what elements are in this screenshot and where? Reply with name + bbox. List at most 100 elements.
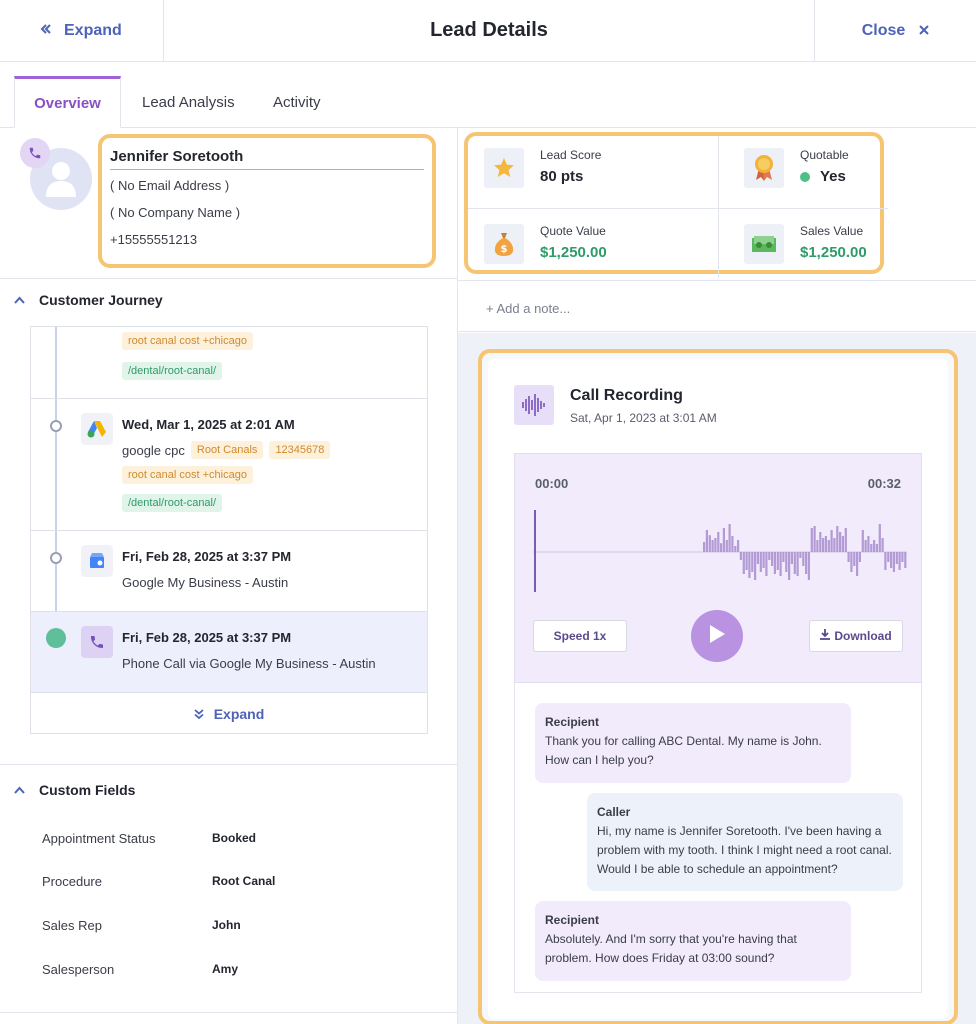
recording-area: Call Recording Sat, Apr 1, 2023 at 3:01 …	[458, 333, 976, 1024]
waveform-bar	[705, 530, 708, 552]
field-value[interactable]: Amy	[212, 962, 238, 977]
phone-icon	[81, 626, 113, 658]
waveform-bar	[858, 552, 861, 562]
metric-value: $1,250.00	[800, 244, 867, 261]
waveform-bar	[839, 532, 842, 552]
timeline-dot	[50, 552, 62, 564]
divider	[718, 136, 719, 278]
waveform-bar	[836, 526, 839, 552]
journey-entry: root canal cost +chicago /dental/root-ca…	[31, 327, 427, 399]
status-dot	[800, 171, 810, 182]
divider	[0, 764, 457, 765]
path-tag: /dental/root-canal/	[122, 493, 223, 512]
entry-date: Fri, Feb 28, 2025 at 3:37 PM	[122, 630, 292, 645]
transcript-message: Recipient Thank you for calling ABC Dent…	[535, 703, 851, 783]
divider	[468, 208, 888, 209]
field-value[interactable]: Booked	[212, 831, 256, 846]
waveform-bar	[816, 540, 819, 552]
contact-phone[interactable]: +15555551213	[110, 232, 424, 259]
keyword-tag: root canal cost +chicago	[122, 465, 253, 484]
waveform-bar	[785, 552, 788, 572]
contact-company[interactable]: ( No Company Name )	[110, 205, 424, 232]
waveform-bar	[895, 552, 898, 564]
waveform-bar	[782, 552, 785, 562]
tab-lead-analysis[interactable]: Lead Analysis	[142, 76, 235, 128]
close-button[interactable]: Close	[814, 0, 976, 61]
contact-block: Jennifer Soretooth ( No Email Address ) …	[0, 128, 458, 279]
transcript: Recipient Thank you for calling ABC Dent…	[514, 683, 922, 993]
award-ribbon-icon	[744, 148, 784, 188]
right-column: Lead Score 80 pts Quotable Yes $ Quote V…	[458, 128, 976, 1024]
waveform-bar	[861, 530, 864, 552]
waveform-bar	[762, 552, 765, 568]
waveform-bar	[796, 552, 799, 576]
contact-name[interactable]: Jennifer Soretooth	[110, 148, 424, 170]
journey-entry: Fri, Feb 28, 2025 at 3:37 PM Phone Call …	[31, 612, 427, 693]
customer-journey-header[interactable]: Customer Journey	[14, 292, 163, 308]
play-icon	[708, 624, 726, 649]
field-value[interactable]: Root Canal	[212, 874, 275, 889]
waveform-bar	[776, 552, 779, 570]
field-label: Appointment Status	[42, 831, 156, 846]
download-button[interactable]: Download	[809, 620, 903, 652]
waveform-bar	[714, 538, 717, 552]
field-label: Salesperson	[42, 962, 115, 977]
waveform-bar	[793, 552, 796, 574]
waveform-bar	[807, 552, 810, 580]
download-label: Download	[834, 629, 892, 643]
waveform-bar	[773, 552, 776, 574]
waveform-bar	[819, 532, 822, 552]
waveform-bar	[810, 528, 813, 552]
waveform-bar	[841, 536, 844, 552]
custom-field-row: Sales Rep John	[42, 918, 442, 933]
chevron-up-icon	[14, 783, 25, 797]
transcript-message: Recipient Absolutely. And I'm sorry that…	[535, 901, 851, 981]
journey-expand-button[interactable]: Expand	[31, 693, 427, 733]
tab-activity[interactable]: Activity	[273, 76, 321, 128]
recording-date: Sat, Apr 1, 2023 at 3:01 AM	[570, 411, 717, 425]
speed-button[interactable]: Speed 1x	[533, 620, 627, 652]
custom-field-row: Procedure Root Canal	[42, 874, 442, 889]
audio-player: 00:00 00:32 Speed 1x Download	[514, 453, 922, 683]
tab-overview[interactable]: Overview	[14, 76, 121, 128]
waveform-bar	[870, 544, 873, 552]
expand-button[interactable]: Expand	[0, 0, 164, 61]
waveform-bar	[856, 552, 859, 576]
audio-waveform-icon	[514, 385, 554, 425]
waveform-bar	[884, 552, 887, 570]
play-button[interactable]	[691, 610, 743, 662]
add-note-input[interactable]: + Add a note...	[458, 280, 976, 332]
quotable-value: Yes	[820, 168, 846, 185]
waveform-bar	[901, 552, 904, 562]
waveform-bar	[813, 526, 816, 552]
waveform-bar	[881, 538, 884, 552]
field-value[interactable]: John	[212, 918, 241, 933]
waveform-bar	[878, 524, 881, 552]
waveform-bar	[853, 552, 856, 566]
contact-card: Jennifer Soretooth ( No Email Address ) …	[98, 134, 436, 268]
double-chevron-down-icon	[194, 706, 204, 722]
divider	[0, 1012, 457, 1013]
contact-email[interactable]: ( No Email Address )	[110, 178, 424, 205]
waveform-bar	[847, 552, 850, 562]
expand-label: Expand	[213, 705, 265, 722]
entry-source: Google My Business - Austin	[122, 575, 289, 590]
path-tag: /dental/root-canal/	[122, 361, 223, 380]
call-recording-panel: Call Recording Sat, Apr 1, 2023 at 3:01 …	[488, 359, 948, 1019]
waveform[interactable]	[533, 504, 907, 594]
custom-field-row: Salesperson Amy	[42, 962, 442, 977]
waveform-bar	[720, 543, 723, 552]
custom-fields-title: Custom Fields	[39, 782, 136, 798]
waveform-bar	[768, 552, 771, 560]
message-role: Recipient	[545, 715, 600, 729]
journey-entry: Fri, Feb 28, 2025 at 3:37 PM Google My B…	[31, 531, 427, 612]
call-recording-card: Call Recording Sat, Apr 1, 2023 at 3:01 …	[478, 349, 958, 1024]
waveform-bar	[771, 552, 774, 566]
custom-fields-header[interactable]: Custom Fields	[14, 782, 135, 798]
entry-source: Phone Call via Google My Business - Aust…	[122, 656, 376, 671]
metric-label: Quotable	[800, 148, 849, 162]
phone-icon	[20, 138, 50, 168]
waveform-bar	[875, 544, 878, 552]
time-total: 00:32	[867, 476, 901, 491]
message-text: Thank you for calling ABC Dental. My nam…	[545, 734, 822, 767]
